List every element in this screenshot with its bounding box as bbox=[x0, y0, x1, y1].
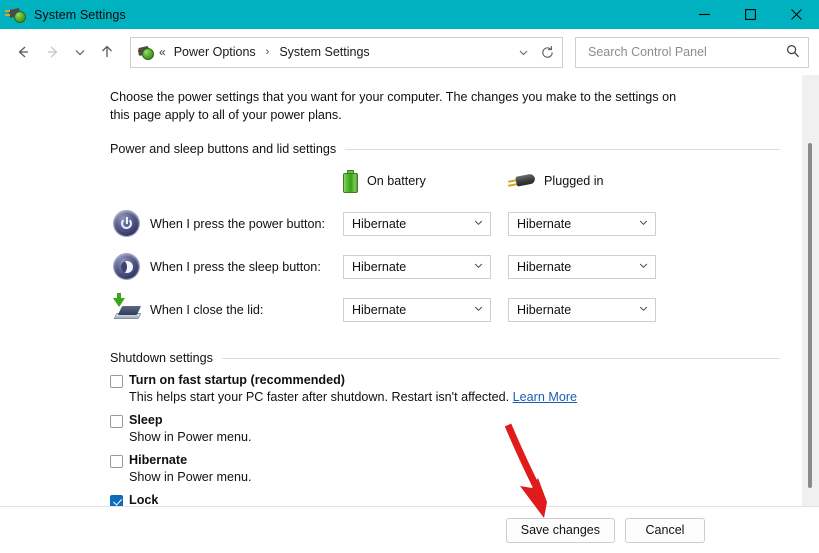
dropdown-value: Hibernate bbox=[517, 216, 572, 231]
chevron-down-icon bbox=[638, 217, 649, 231]
chevron-down-icon bbox=[638, 260, 649, 274]
refresh-icon[interactable] bbox=[536, 40, 558, 64]
breadcrumb: « Power Options › System Settings bbox=[138, 43, 512, 61]
breadcrumb-item-power-options[interactable]: Power Options bbox=[171, 43, 259, 61]
row-label-close-lid: When I close the lid: bbox=[150, 302, 264, 317]
checkbox-fast-startup[interactable] bbox=[110, 375, 123, 388]
maximize-button[interactable] bbox=[727, 0, 773, 29]
table-row: When I press the power button: Hibernate… bbox=[110, 202, 780, 245]
checkbox-label-lock: Lock bbox=[129, 493, 159, 506]
row-label-sleep-button: When I press the sleep button: bbox=[150, 259, 321, 274]
power-button-icon bbox=[110, 211, 143, 236]
checkbox-item-hibernate: Hibernate Show in Power menu. bbox=[110, 453, 780, 485]
search-input[interactable] bbox=[586, 44, 782, 60]
breadcrumb-power-plug-icon bbox=[138, 44, 154, 60]
forward-button[interactable] bbox=[38, 37, 68, 67]
dropdown-value: Hibernate bbox=[352, 259, 407, 274]
back-button[interactable] bbox=[8, 37, 38, 67]
chevron-down-icon bbox=[473, 217, 484, 231]
search-box[interactable] bbox=[575, 36, 809, 68]
settings-panel: Choose the power settings that you want … bbox=[0, 75, 802, 506]
minimize-button[interactable] bbox=[681, 0, 727, 29]
dropdown-value: Hibernate bbox=[352, 302, 407, 317]
footer-bar: Save changes Cancel bbox=[0, 506, 819, 553]
save-changes-button[interactable]: Save changes bbox=[505, 517, 615, 543]
chevron-down-icon bbox=[473, 303, 484, 317]
chevron-down-icon[interactable] bbox=[512, 40, 534, 64]
checkbox-description-hibernate: Show in Power menu. bbox=[129, 470, 252, 484]
dropdown-power-button-plugged-in[interactable]: Hibernate bbox=[508, 211, 656, 236]
system-settings-window: System Settings « Power Options › System… bbox=[0, 0, 819, 553]
close-button[interactable] bbox=[773, 0, 819, 29]
breadcrumb-overflow-icon[interactable]: « bbox=[159, 45, 171, 59]
group-header-power-and-sleep: Power and sleep buttons and lid settings bbox=[110, 142, 780, 156]
window-title: System Settings bbox=[34, 7, 126, 22]
dropdown-value: Hibernate bbox=[352, 216, 407, 231]
dropdown-sleep-button-plugged-in[interactable]: Hibernate bbox=[508, 254, 656, 279]
dropdown-close-lid-plugged-in[interactable]: Hibernate bbox=[508, 297, 656, 322]
up-button[interactable] bbox=[92, 37, 122, 67]
title-bar-left: System Settings bbox=[0, 6, 126, 23]
row-label-power-button: When I press the power button: bbox=[150, 216, 326, 231]
page-description: Choose the power settings that you want … bbox=[110, 90, 677, 122]
dropdown-sleep-button-on-battery[interactable]: Hibernate bbox=[343, 254, 491, 279]
learn-more-link[interactable]: Learn More bbox=[513, 390, 577, 404]
breadcrumb-separator-icon: › bbox=[265, 46, 270, 58]
caption-buttons bbox=[681, 0, 819, 29]
content-area: Choose the power settings that you want … bbox=[0, 75, 819, 506]
checkbox-description-fast-startup: This helps start your PC faster after sh… bbox=[129, 389, 780, 405]
navigation-bar: « Power Options › System Settings bbox=[0, 29, 819, 75]
table-row: When I press the sleep button: Hibernate… bbox=[110, 245, 780, 288]
group-divider bbox=[221, 357, 780, 359]
checkbox-item-lock: Lock Show in account picture menu. bbox=[110, 493, 780, 506]
dropdown-power-button-on-battery[interactable]: Hibernate bbox=[343, 211, 491, 236]
checkbox-lock[interactable] bbox=[110, 495, 123, 506]
dropdown-value: Hibernate bbox=[517, 259, 572, 274]
column-label-plugged-in: Plugged in bbox=[544, 174, 604, 188]
column-plugged-in: Plugged in bbox=[507, 172, 673, 189]
breadcrumb-item-system-settings[interactable]: System Settings bbox=[276, 43, 372, 61]
dropdown-value: Hibernate bbox=[517, 302, 572, 317]
checkbox-label-hibernate: Hibernate bbox=[129, 453, 188, 467]
group-divider bbox=[345, 148, 780, 150]
checkbox-hibernate[interactable] bbox=[110, 455, 123, 468]
checkbox-description-sleep: Show in Power menu. bbox=[129, 430, 252, 444]
battery-icon bbox=[343, 169, 358, 193]
checkbox-label-fast-startup: Turn on fast startup (recommended) bbox=[129, 373, 345, 387]
shutdown-settings-section: Shutdown settings Turn on fast startup (… bbox=[110, 351, 780, 506]
cancel-button[interactable]: Cancel bbox=[625, 517, 705, 543]
checkbox-item-sleep: Sleep Show in Power menu. bbox=[110, 413, 780, 445]
column-label-on-battery: On battery bbox=[367, 174, 426, 188]
recent-locations-button[interactable] bbox=[68, 37, 92, 67]
column-on-battery: On battery bbox=[343, 169, 508, 193]
vertical-scrollbar[interactable] bbox=[802, 75, 819, 506]
title-bar: System Settings bbox=[0, 0, 819, 29]
search-icon[interactable] bbox=[786, 44, 800, 61]
laptop-lid-icon bbox=[110, 292, 143, 322]
group-title: Power and sleep buttons and lid settings bbox=[110, 142, 337, 156]
group-header-shutdown: Shutdown settings bbox=[110, 351, 780, 365]
power-plug-icon bbox=[5, 6, 26, 23]
table-row: When I close the lid: Hibernate Hibernat… bbox=[110, 288, 780, 331]
scrollbar-thumb[interactable] bbox=[808, 143, 812, 488]
column-headers: On battery Plugged in bbox=[110, 168, 780, 194]
sleep-moon-icon bbox=[110, 254, 143, 279]
description-text: This helps start your PC faster after sh… bbox=[129, 390, 510, 404]
checkbox-sleep[interactable] bbox=[110, 415, 123, 428]
power-plug-icon-plugged-in bbox=[507, 172, 536, 189]
address-bar-actions bbox=[512, 40, 558, 64]
dropdown-close-lid-on-battery[interactable]: Hibernate bbox=[343, 297, 491, 322]
checkbox-item-fast-startup: Turn on fast startup (recommended) This … bbox=[110, 373, 780, 405]
address-bar[interactable]: « Power Options › System Settings bbox=[130, 36, 563, 68]
shutdown-title: Shutdown settings bbox=[110, 351, 213, 365]
checkbox-label-sleep: Sleep bbox=[129, 413, 163, 427]
chevron-down-icon bbox=[473, 260, 484, 274]
chevron-down-icon bbox=[638, 303, 649, 317]
